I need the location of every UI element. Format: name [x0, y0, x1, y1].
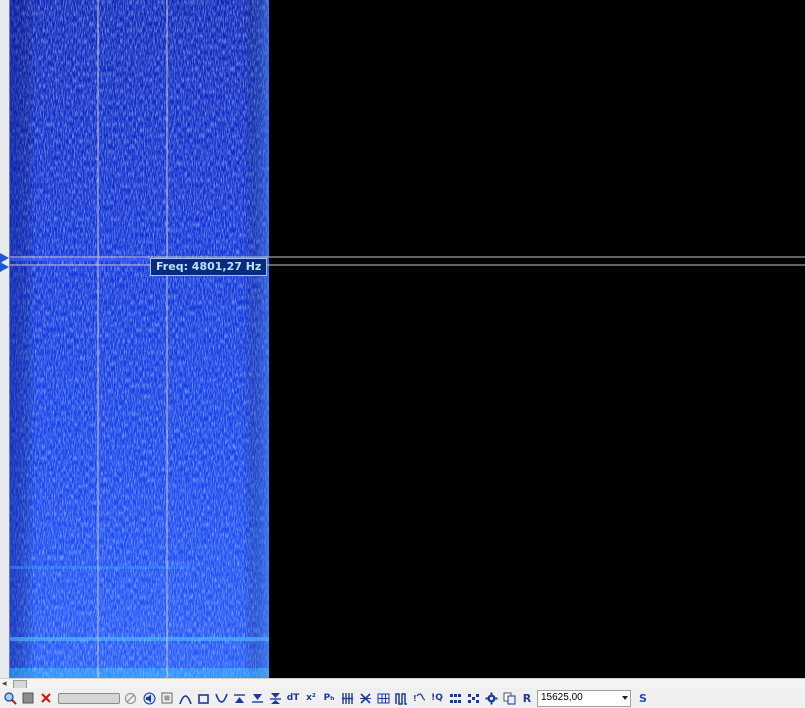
cross-icon[interactable] [358, 691, 372, 705]
blocks-alt-icon[interactable] [466, 691, 480, 705]
iq-icon[interactable]: ! [412, 691, 426, 705]
delta-time-icon[interactable]: dT [286, 691, 300, 705]
stop-icon[interactable] [21, 691, 35, 705]
delete-icon[interactable] [39, 691, 53, 705]
harmonics-icon[interactable] [340, 691, 354, 705]
x-squared-icon[interactable]: x² [304, 691, 318, 705]
grid-icon[interactable] [376, 691, 390, 705]
signal-trace-bottom [10, 668, 269, 678]
svg-text:!: ! [413, 694, 417, 703]
marker-both-icon[interactable] [268, 691, 282, 705]
zoom-icon[interactable] [3, 691, 17, 705]
cancel-icon[interactable] [123, 691, 137, 705]
sound-icon[interactable] [142, 691, 156, 705]
spectrogram-view[interactable] [10, 0, 805, 678]
left-frequency-ruler [0, 0, 10, 678]
cursor-marker-bottom-icon[interactable] [0, 262, 9, 272]
gear-icon[interactable] [484, 691, 498, 705]
volume-slider[interactable] [58, 693, 120, 704]
band-edge-shading [10, 0, 269, 678]
square-icon[interactable] [196, 691, 210, 705]
i-q-icon[interactable]: !Q [430, 691, 444, 705]
scroll-left-icon[interactable]: ◂ [2, 679, 7, 688]
marker-up-icon[interactable] [232, 691, 246, 705]
pulse-icon[interactable] [394, 691, 408, 705]
copy-icon[interactable] [502, 691, 516, 705]
sample-rate-value: 15625,00 [541, 692, 583, 703]
peak-icon[interactable] [178, 691, 192, 705]
frequency-readout: Freq: 4801,27 Hz [150, 258, 268, 276]
blocks-icon[interactable] [448, 691, 462, 705]
signal-trace-mid [10, 566, 190, 569]
chevron-down-icon[interactable] [622, 696, 628, 700]
valley-icon[interactable] [214, 691, 228, 705]
sample-rate-combo[interactable]: 15625,00 [537, 690, 631, 707]
bottom-toolbar: dT x² Pₕ ! !Q R 15625,00 S [0, 688, 805, 708]
signal-trace-lower [10, 637, 269, 641]
spectrogram-canvas[interactable] [10, 0, 805, 678]
settings-s-icon[interactable]: S [636, 691, 650, 705]
reset-icon[interactable]: R [520, 691, 534, 705]
p-h-icon[interactable]: Pₕ [322, 691, 336, 705]
view-icon[interactable] [160, 691, 174, 705]
marker-down-icon[interactable] [250, 691, 264, 705]
